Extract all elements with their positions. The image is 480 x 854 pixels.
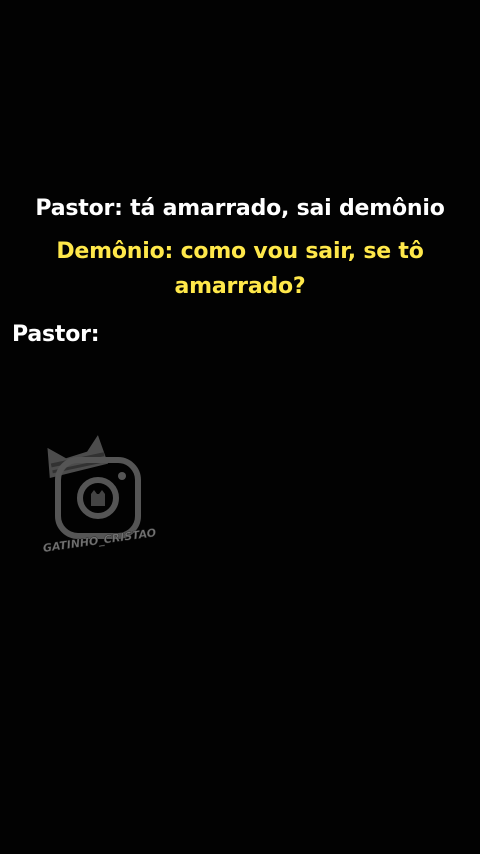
demon-line-text: Demônio: como vou sair, se tô amarrado? xyxy=(56,239,424,299)
watermark-logo: GATINHO_CRISTAO xyxy=(36,426,160,556)
pastor-line-2: Pastor: xyxy=(12,322,100,347)
instagram-cat-logo-icon: GATINHO_CRISTAO xyxy=(42,435,157,555)
pastor-line-1: Pastor: tá amarrado, sai demônio xyxy=(35,196,445,221)
watermark-handle: GATINHO_CRISTAO xyxy=(42,526,157,555)
meme-screen: Pastor: tá amarrado, sai demônio Demônio… xyxy=(0,0,480,854)
demon-line: Demônio: como vou sair, se tô amarrado? xyxy=(0,234,480,304)
